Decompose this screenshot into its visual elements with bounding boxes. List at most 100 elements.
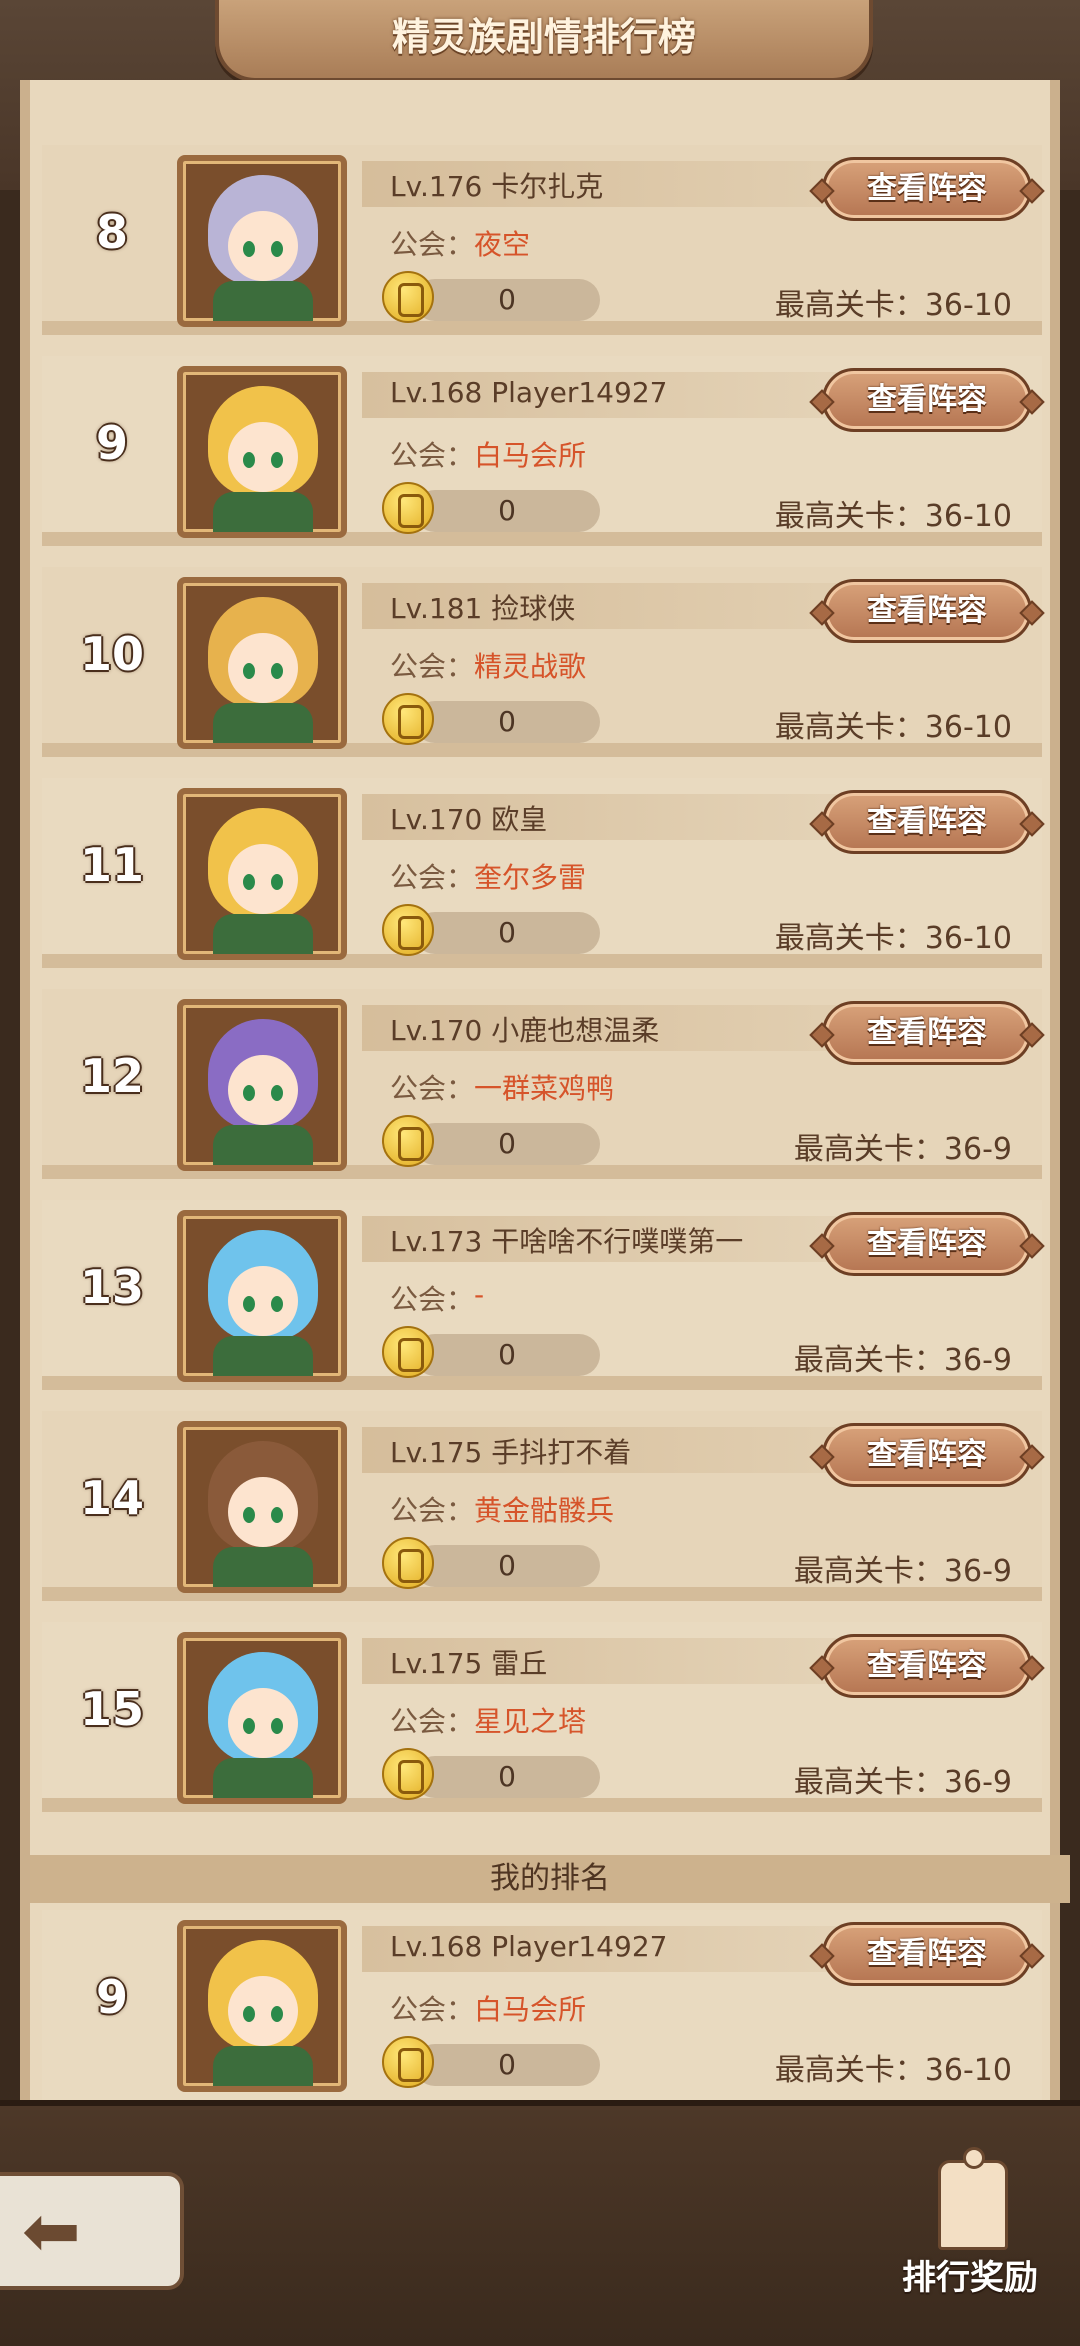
- player-name: Lv.181 捡球侠: [390, 592, 576, 625]
- rank-number: 8: [95, 205, 128, 259]
- player-name: Lv.175 雷丘: [390, 1647, 548, 1680]
- fist-like-icon[interactable]: [382, 271, 434, 323]
- ranking-row: 14 Lv.175 手抖打不着 公会： 黄金骷髅兵 0 最高关卡：36-9 查看阵容: [42, 1411, 1042, 1601]
- like-count: 0: [414, 490, 600, 532]
- ranking-row: 11 Lv.170 欧皇 公会： 奎尔多雷 0 最高关卡：36-10 查看阵容: [42, 778, 1042, 968]
- guild-label: 公会：: [390, 1705, 475, 1738]
- player-name: Lv.175 手抖打不着: [390, 1436, 632, 1469]
- view-lineup-button[interactable]: 查看阵容: [822, 1423, 1032, 1487]
- player-avatar[interactable]: [177, 366, 347, 538]
- player-avatar[interactable]: [177, 577, 347, 749]
- avatar-face: [228, 1477, 298, 1547]
- view-lineup-button[interactable]: 查看阵容: [822, 1212, 1032, 1276]
- max-stage: 最高关卡：36-9: [793, 1554, 1012, 1589]
- player-avatar[interactable]: [177, 788, 347, 960]
- guild-label: 公会：: [390, 1494, 475, 1527]
- avatar-body: [213, 281, 313, 321]
- avatar-body: [213, 1758, 313, 1798]
- player-avatar[interactable]: [177, 1920, 347, 2092]
- max-stage: 最高关卡：36-10: [774, 710, 1012, 745]
- ranking-row: 10 Lv.181 捡球侠 公会： 精灵战歌 0 最高关卡：36-10 查看阵容: [42, 567, 1042, 757]
- avatar-body: [213, 1547, 313, 1587]
- view-lineup-button[interactable]: 查看阵容: [822, 1922, 1032, 1986]
- leaderboard-panel: 8 Lv.176 卡尔扎克 公会： 夜空 0 最高关卡：36-10 查看阵容 9 Lv.168 …: [20, 80, 1070, 2105]
- avatar-eye: [271, 1085, 283, 1101]
- back-arrow-icon: ⬅: [22, 2190, 81, 2272]
- rank-number: 10: [79, 627, 144, 681]
- back-button[interactable]: ⬅: [0, 2172, 184, 2290]
- avatar-body: [213, 1125, 313, 1165]
- max-stage: 最高关卡：36-9: [793, 1132, 1012, 1167]
- max-stage: 最高关卡：36-9: [793, 1343, 1012, 1378]
- avatar-eye: [271, 241, 283, 257]
- my-rank-label: 我的排名: [30, 1855, 1070, 1903]
- avatar-eye: [243, 1296, 255, 1312]
- player-avatar[interactable]: [177, 155, 347, 327]
- avatar-eye: [271, 1296, 283, 1312]
- avatar-body: [213, 914, 313, 954]
- player-avatar[interactable]: [177, 999, 347, 1171]
- fist-like-icon[interactable]: [382, 1748, 434, 1800]
- avatar-body: [213, 492, 313, 532]
- rank-number: 13: [79, 1260, 144, 1314]
- like-count: 0: [414, 279, 600, 321]
- view-lineup-button[interactable]: 查看阵容: [822, 579, 1032, 643]
- ranking-row: 15 Lv.175 雷丘 公会： 星见之塔 0 最高关卡：36-9 查看阵容: [42, 1622, 1042, 1812]
- view-lineup-button[interactable]: 查看阵容: [822, 1001, 1032, 1065]
- view-lineup-button[interactable]: 查看阵容: [822, 157, 1032, 221]
- fist-like-icon[interactable]: [382, 1537, 434, 1589]
- guild-name: 奎尔多雷: [474, 861, 587, 894]
- rank-number: 11: [79, 838, 144, 892]
- avatar-face: [228, 844, 298, 914]
- max-stage: 最高关卡：36-10: [774, 2053, 1012, 2088]
- player-name: Lv.168 Player14927: [390, 1930, 668, 1963]
- ranking-list[interactable]: 8 Lv.176 卡尔扎克 公会： 夜空 0 最高关卡：36-10 查看阵容 9 Lv.168 …: [30, 80, 1050, 1850]
- player-avatar[interactable]: [177, 1210, 347, 1382]
- view-lineup-button[interactable]: 查看阵容: [822, 368, 1032, 432]
- guild-label: 公会：: [390, 861, 475, 894]
- avatar-eye: [243, 1718, 255, 1734]
- guild-name: 白马会所: [474, 1993, 587, 2026]
- fist-like-icon[interactable]: [382, 1326, 434, 1378]
- ranking-row: 13 Lv.173 干啥啥不行噗噗第一 公会： - 0 最高关卡：36-9 查看阵容: [42, 1200, 1042, 1390]
- max-stage: 最高关卡：36-9: [793, 1765, 1012, 1800]
- max-stage: 最高关卡：36-10: [774, 288, 1012, 323]
- guild-name: 精灵战歌: [474, 650, 587, 683]
- rank-reward-button[interactable]: 排行奖励: [880, 2147, 1060, 2300]
- fist-like-icon[interactable]: [382, 1115, 434, 1167]
- guild-label: 公会：: [390, 228, 475, 261]
- fist-like-icon[interactable]: [382, 693, 434, 745]
- like-count: 0: [414, 2044, 600, 2086]
- fist-like-icon[interactable]: [382, 904, 434, 956]
- player-name: Lv.176 卡尔扎克: [390, 170, 604, 203]
- view-lineup-button[interactable]: 查看阵容: [822, 1634, 1032, 1698]
- chess-trophy-icon: [938, 2147, 1008, 2250]
- avatar-face: [228, 1266, 298, 1336]
- avatar-face: [228, 422, 298, 492]
- like-count: 0: [414, 1756, 600, 1798]
- fist-like-icon[interactable]: [382, 2036, 434, 2088]
- player-avatar[interactable]: [177, 1632, 347, 1804]
- player-avatar[interactable]: [177, 1421, 347, 1593]
- avatar-eye: [243, 2006, 255, 2022]
- guild-label: 公会：: [390, 1283, 475, 1316]
- avatar-face: [228, 1055, 298, 1125]
- like-count: 0: [414, 701, 600, 743]
- avatar-eye: [243, 1085, 255, 1101]
- avatar-body: [213, 2046, 313, 2086]
- avatar-face: [228, 1976, 298, 2046]
- player-name: Lv.170 小鹿也想温柔: [390, 1014, 660, 1047]
- avatar-eye: [271, 1507, 283, 1523]
- page-title: 精灵族剧情排行榜: [391, 15, 696, 59]
- ranking-row: 12 Lv.170 小鹿也想温柔 公会： 一群菜鸡鸭 0 最高关卡：36-9 查看阵容: [42, 989, 1042, 1179]
- player-name: Lv.168 Player14927: [390, 376, 668, 409]
- avatar-body: [213, 1336, 313, 1376]
- avatar-eye: [243, 241, 255, 257]
- fist-like-icon[interactable]: [382, 482, 434, 534]
- avatar-eye: [243, 452, 255, 468]
- view-lineup-button[interactable]: 查看阵容: [822, 790, 1032, 854]
- rank-number: 14: [79, 1471, 144, 1525]
- ranking-row: 9 Lv.168 Player14927 公会： 白马会所 0 最高关卡：36-10 查看阵…: [42, 356, 1042, 546]
- ranking-row: 8 Lv.176 卡尔扎克 公会： 夜空 0 最高关卡：36-10 查看阵容: [42, 145, 1042, 335]
- avatar-eye: [271, 2006, 283, 2022]
